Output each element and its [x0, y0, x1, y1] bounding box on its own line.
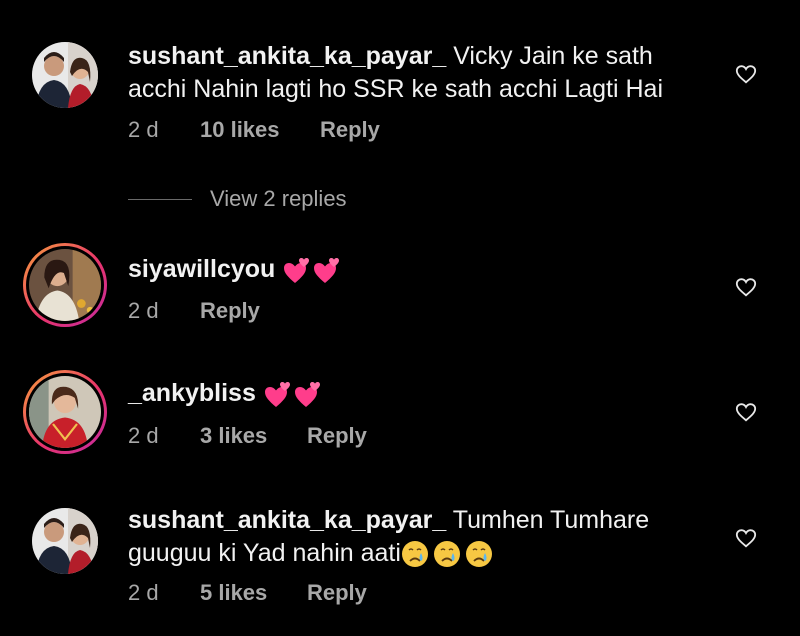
- comment-text: _ankybliss: [128, 377, 718, 410]
- comment-username[interactable]: _ankybliss: [128, 379, 256, 407]
- reply-button[interactable]: Reply: [200, 298, 260, 324]
- comment-username[interactable]: sushant_ankita_ka_payar_: [128, 506, 446, 534]
- avatar[interactable]: [32, 508, 98, 574]
- comment-time: 2 d: [128, 117, 159, 142]
- comment-text: sushant_ankita_ka_payar_ Tumhen Tumhare …: [128, 504, 718, 570]
- like-heart-icon[interactable]: [735, 63, 757, 85]
- comment-time: 2 d: [128, 298, 159, 323]
- divider-line: [128, 198, 192, 200]
- likes-count[interactable]: 10 likes: [200, 117, 320, 143]
- likes-count[interactable]: 5 likes: [200, 580, 307, 606]
- woman-photo-icon: [29, 249, 101, 321]
- comment-meta: 2 d 3 likes Reply: [128, 423, 367, 449]
- woman-red-dress-photo-icon: [29, 376, 101, 448]
- comment-meta: 2 d 10 likes Reply: [128, 117, 380, 143]
- reply-button[interactable]: Reply: [320, 117, 380, 143]
- couple-photo-icon: [32, 42, 98, 108]
- avatar-story-ring[interactable]: [23, 243, 107, 327]
- reply-button[interactable]: Reply: [307, 580, 367, 606]
- two-hearts-icon: [282, 255, 342, 285]
- comment-meta: 2 d Reply: [128, 298, 260, 324]
- view-replies-button[interactable]: View 2 replies: [128, 186, 347, 212]
- avatar[interactable]: [32, 42, 98, 108]
- comment-time: 2 d: [128, 580, 159, 605]
- comment-text: sushant_ankita_ka_payar_ Vicky Jain ke s…: [128, 40, 718, 106]
- comment-username[interactable]: siyawillcyou: [128, 255, 275, 283]
- reply-button[interactable]: Reply: [307, 423, 367, 449]
- like-heart-icon[interactable]: [735, 276, 757, 298]
- like-heart-icon[interactable]: [735, 527, 757, 549]
- comment-username[interactable]: sushant_ankita_ka_payar_: [128, 42, 446, 70]
- crying-face-icon: [401, 539, 497, 569]
- comment-text: siyawillcyou: [128, 253, 718, 286]
- like-heart-icon[interactable]: [735, 401, 757, 423]
- view-replies-label: View 2 replies: [210, 186, 347, 211]
- couple-photo-icon: [32, 508, 98, 574]
- comment-meta: 2 d 5 likes Reply: [128, 580, 367, 606]
- two-hearts-icon: [263, 379, 323, 409]
- comment-time: 2 d: [128, 423, 159, 448]
- avatar-story-ring[interactable]: [23, 370, 107, 454]
- likes-count[interactable]: 3 likes: [200, 423, 307, 449]
